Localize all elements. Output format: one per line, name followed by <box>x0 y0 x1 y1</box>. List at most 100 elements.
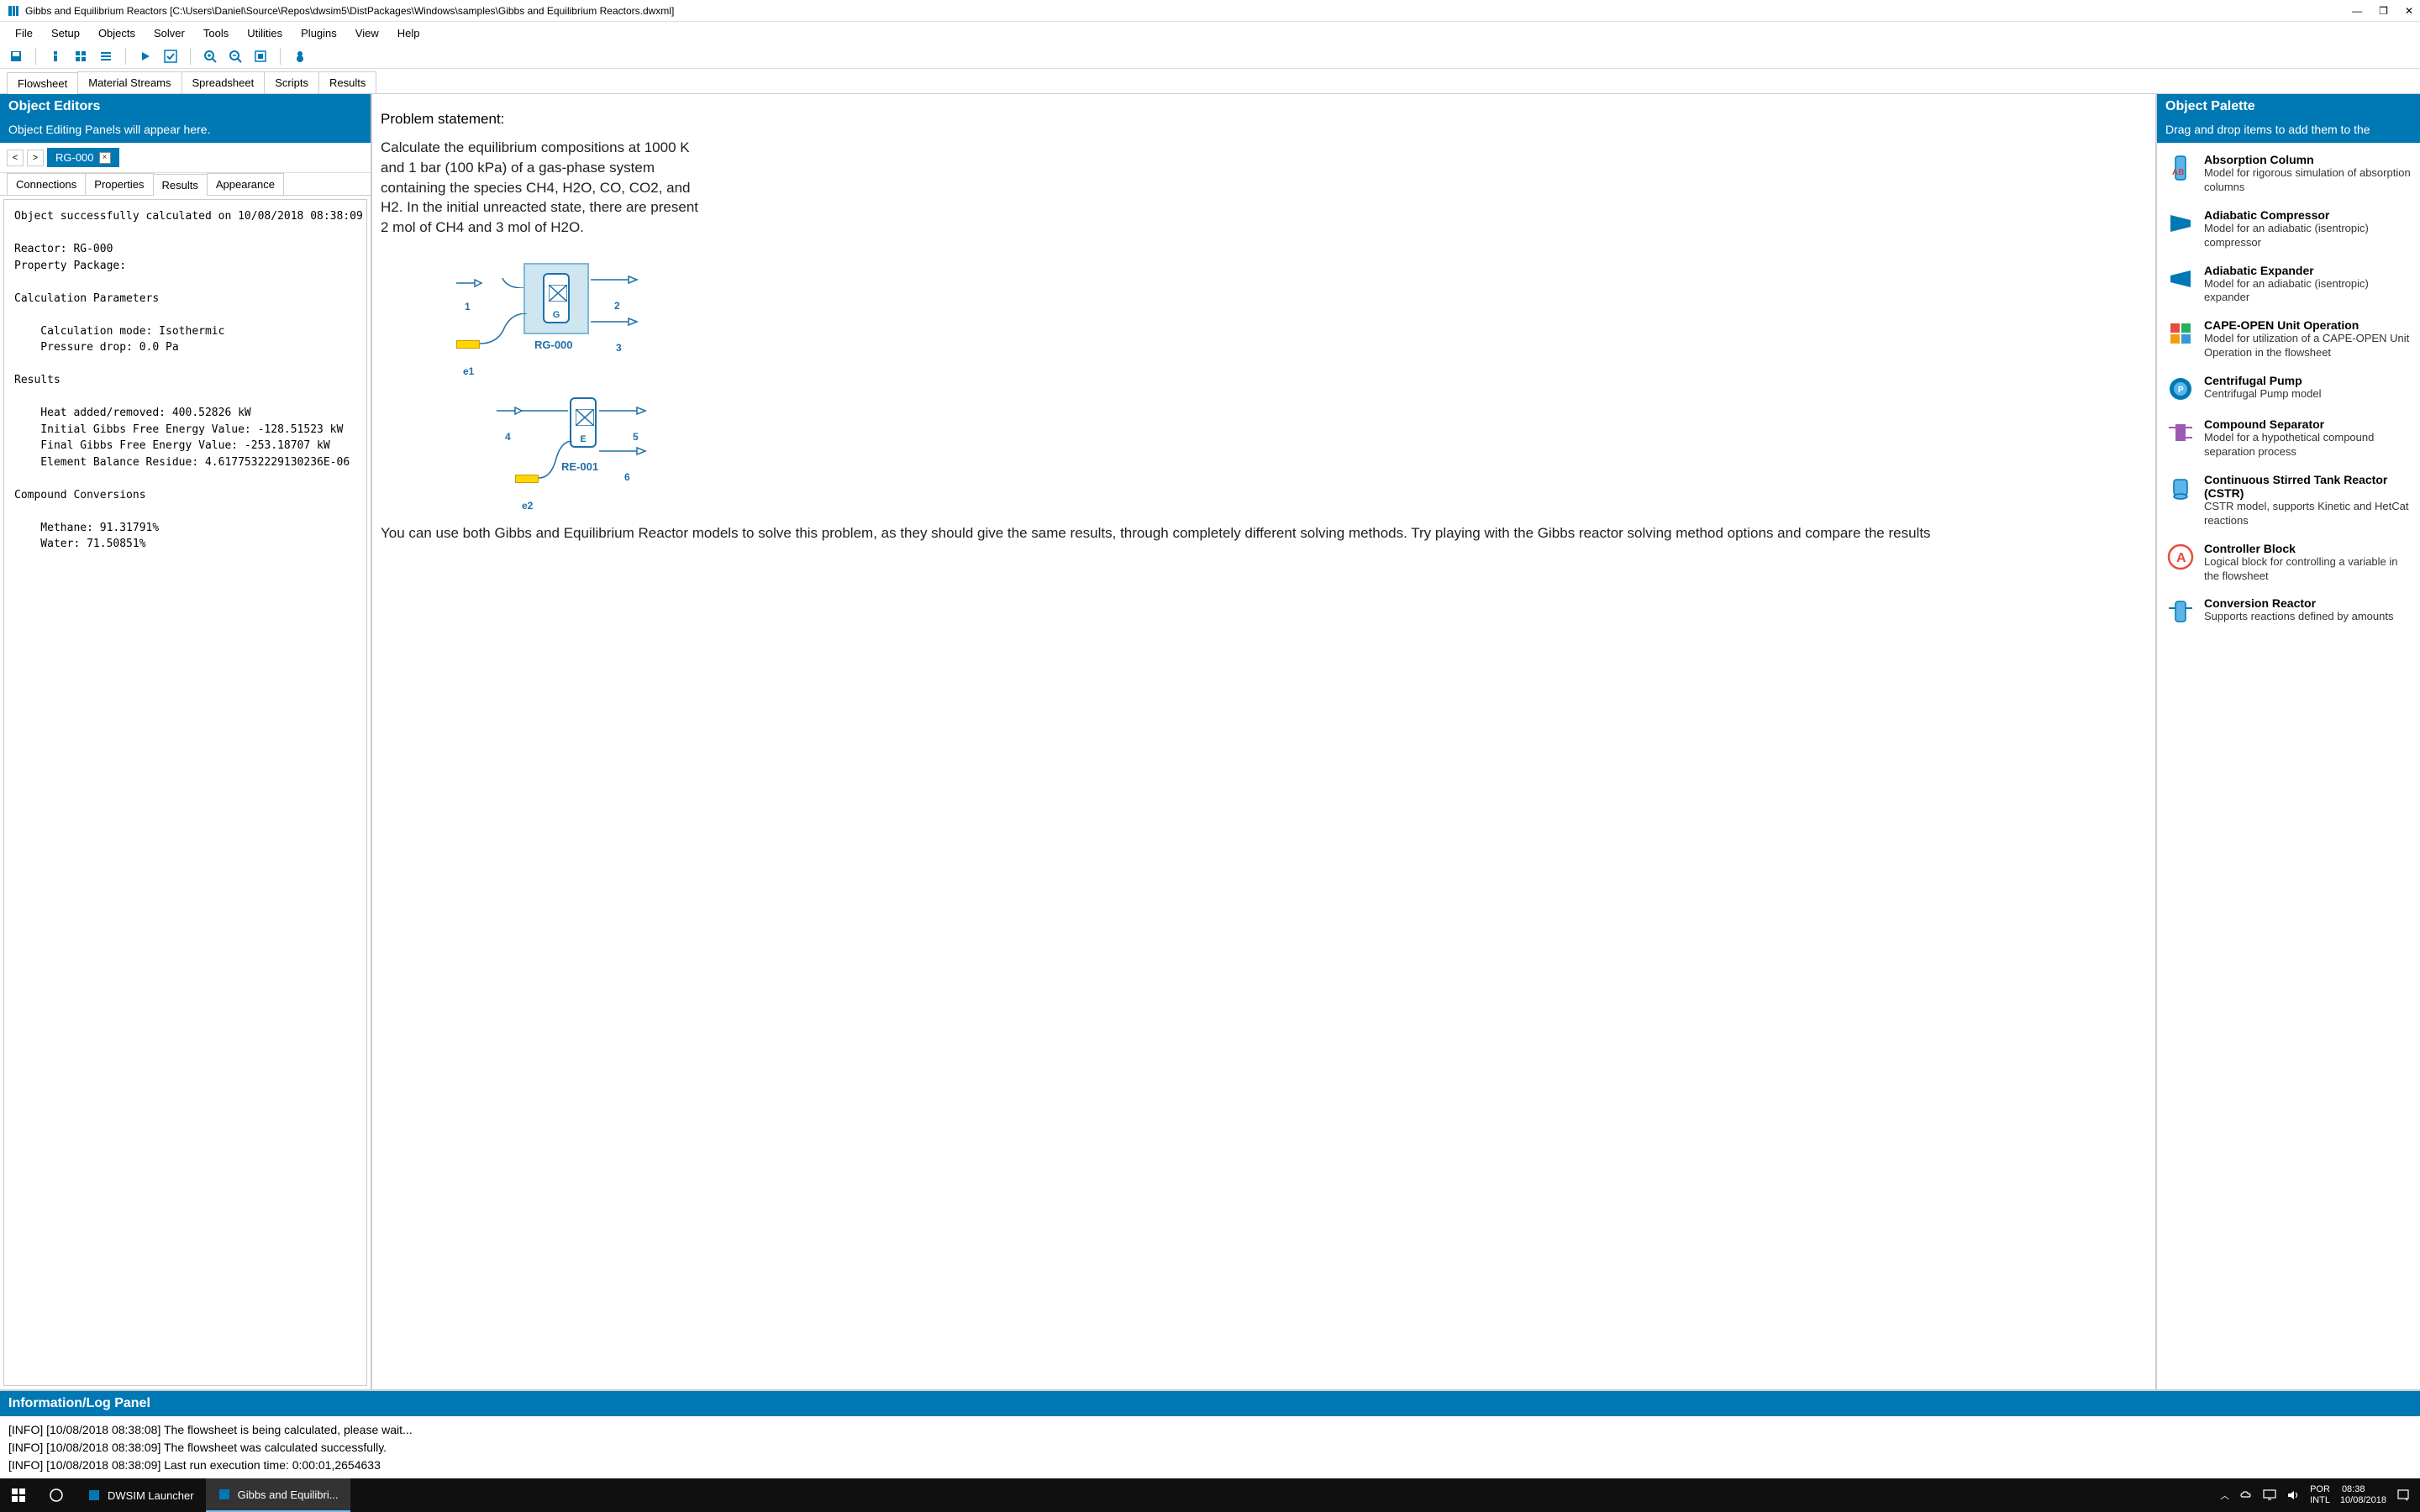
menu-plugins[interactable]: Plugins <box>292 24 345 43</box>
flowsheet-diagram[interactable]: G RG-000 1 2 3 e1 E RE-001 4 5 <box>381 263 2147 515</box>
controller-icon: A <box>2165 542 2196 572</box>
object-editors-header: Object Editors <box>0 94 371 119</box>
reactor-rg000[interactable]: G <box>543 273 570 323</box>
tab-spreadsheet[interactable]: Spreadsheet <box>182 71 266 93</box>
stream-4-arrow[interactable] <box>497 406 568 416</box>
app-icon <box>7 4 20 18</box>
zoom-out-icon[interactable] <box>226 47 245 66</box>
menu-view[interactable]: View <box>347 24 387 43</box>
close-button[interactable]: ✕ <box>2405 5 2413 17</box>
tab-scripts[interactable]: Scripts <box>264 71 319 93</box>
toolbar-separator <box>190 48 191 65</box>
menu-utilities[interactable]: Utilities <box>239 24 291 43</box>
zoom-fit-icon[interactable] <box>251 47 270 66</box>
stream-1-label: 1 <box>465 301 471 312</box>
energy-stream-e2[interactable] <box>515 475 539 483</box>
energy-stream-e1[interactable] <box>456 340 480 349</box>
taskbar-clock[interactable]: POR08:38 INTL10/08/2018 <box>2310 1484 2386 1506</box>
subtab-properties[interactable]: Properties <box>85 173 153 195</box>
svg-text:A: A <box>2176 551 2186 565</box>
conversion-reactor-icon <box>2165 596 2196 627</box>
separator-icon <box>2165 417 2196 448</box>
breadcrumb-next[interactable]: > <box>27 150 44 166</box>
menu-setup[interactable]: Setup <box>43 24 88 43</box>
palette-item[interactable]: Adiabatic ExpanderModel for an adiabatic… <box>2160 257 2417 312</box>
reactor-re001[interactable]: E <box>570 397 597 448</box>
problem-body: Calculate the equilibrium compositions a… <box>381 138 708 238</box>
palette-list[interactable]: AB Absorption ColumnModel for rigorous s… <box>2157 143 2420 1389</box>
stream-1-arrow[interactable] <box>456 278 523 288</box>
check-icon[interactable] <box>161 47 180 66</box>
tray-cloud-icon[interactable] <box>2239 1490 2253 1500</box>
tab-results[interactable]: Results <box>318 71 376 93</box>
stream-2-arrow[interactable] <box>591 275 641 285</box>
breadcrumb-tab[interactable]: RG-000 × <box>47 148 119 167</box>
save-icon[interactable] <box>7 47 25 66</box>
grid-icon[interactable] <box>71 47 90 66</box>
stream-6-arrow[interactable] <box>599 446 650 456</box>
reactor-rg000-selection[interactable]: G <box>523 263 589 334</box>
palette-title: Adiabatic Expander <box>2204 264 2412 277</box>
reactor-type-label: E <box>571 434 595 444</box>
breadcrumb-tab-close[interactable]: × <box>99 152 111 164</box>
palette-item[interactable]: P Centrifugal PumpCentrifugal Pump model <box>2160 367 2417 411</box>
stream-5-label: 5 <box>633 431 639 443</box>
log-body[interactable]: [INFO] [10/08/2018 08:38:08] The flowshe… <box>0 1416 2420 1478</box>
flowsheet-canvas[interactable]: Problem statement: Calculate the equilib… <box>372 94 2155 1389</box>
pump-icon: P <box>2165 374 2196 404</box>
object-subtabs: Connections Properties Results Appearanc… <box>0 173 371 196</box>
menu-file[interactable]: File <box>7 24 41 43</box>
palette-item[interactable]: AB Absorption ColumnModel for rigorous s… <box>2160 146 2417 202</box>
energy-e1-line <box>480 313 530 347</box>
taskbar-app-gibbs[interactable]: Gibbs and Equilibri... <box>206 1478 350 1512</box>
start-button[interactable] <box>0 1478 37 1512</box>
zoom-in-icon[interactable] <box>201 47 219 66</box>
stream-5-arrow[interactable] <box>599 406 650 416</box>
window-title: Gibbs and Equilibrium Reactors [C:\Users… <box>25 5 674 17</box>
minimize-button[interactable]: — <box>2352 5 2362 17</box>
compressor-icon <box>2165 208 2196 239</box>
menubar: File Setup Objects Solver Tools Utilitie… <box>0 22 2420 44</box>
palette-item[interactable]: Compound SeparatorModel for a hypothetic… <box>2160 411 2417 466</box>
energy-e2-line <box>539 441 572 481</box>
results-output: Object successfully calculated on 10/08/… <box>3 199 367 1386</box>
palette-item[interactable]: CAPE-OPEN Unit OperationModel for utiliz… <box>2160 312 2417 367</box>
menu-help[interactable]: Help <box>389 24 429 43</box>
svg-text:AB: AB <box>2172 168 2184 177</box>
palette-title: Continuous Stirred Tank Reactor (CSTR) <box>2204 473 2412 500</box>
taskbar-app-dwsim[interactable]: DWSIM Launcher <box>76 1478 206 1512</box>
tray-chevron-icon[interactable]: ︿ <box>2220 1488 2229 1502</box>
menu-solver[interactable]: Solver <box>145 24 193 43</box>
taskbar[interactable]: DWSIM Launcher Gibbs and Equilibri... ︿ … <box>0 1478 2420 1512</box>
palette-item[interactable]: A Controller BlockLogical block for cont… <box>2160 535 2417 591</box>
subtab-results[interactable]: Results <box>153 174 208 196</box>
subtab-connections[interactable]: Connections <box>7 173 86 195</box>
breadcrumb-prev[interactable]: < <box>7 150 24 166</box>
tray-volume-icon[interactable] <box>2286 1489 2300 1501</box>
palette-item[interactable]: Conversion ReactorSupports reactions def… <box>2160 590 2417 633</box>
info-icon[interactable] <box>46 47 65 66</box>
object-palette-panel: Object Palette Drag and drop items to ad… <box>2155 94 2420 1389</box>
palette-item[interactable]: Continuous Stirred Tank Reactor (CSTR)CS… <box>2160 466 2417 535</box>
toolbar-separator <box>280 48 281 65</box>
menu-tools[interactable]: Tools <box>195 24 237 43</box>
tray-monitor-icon[interactable] <box>2263 1489 2276 1501</box>
play-icon[interactable] <box>136 47 155 66</box>
subtab-appearance[interactable]: Appearance <box>207 173 284 195</box>
stream-3-arrow[interactable] <box>591 317 641 327</box>
energy-e2-label: e2 <box>522 500 533 512</box>
sliders-icon[interactable] <box>97 47 115 66</box>
tray-notifications-icon[interactable] <box>2396 1488 2410 1502</box>
stream-2-label: 2 <box>614 300 620 312</box>
snowman-icon[interactable] <box>291 47 309 66</box>
maximize-button[interactable]: ❐ <box>2379 5 2388 17</box>
object-editors-subheader: Object Editing Panels will appear here. <box>0 119 371 143</box>
tab-material-streams[interactable]: Material Streams <box>77 71 182 93</box>
palette-desc: Model for utilization of a CAPE-OPEN Uni… <box>2204 332 2412 360</box>
palette-item[interactable]: Adiabatic CompressorModel for an adiabat… <box>2160 202 2417 257</box>
menu-objects[interactable]: Objects <box>90 24 144 43</box>
log-line: [INFO] [10/08/2018 08:38:08] The flowshe… <box>8 1421 2412 1439</box>
tab-flowsheet[interactable]: Flowsheet <box>7 72 78 94</box>
cortana-button[interactable] <box>37 1478 76 1512</box>
palette-title: Adiabatic Compressor <box>2204 208 2412 222</box>
